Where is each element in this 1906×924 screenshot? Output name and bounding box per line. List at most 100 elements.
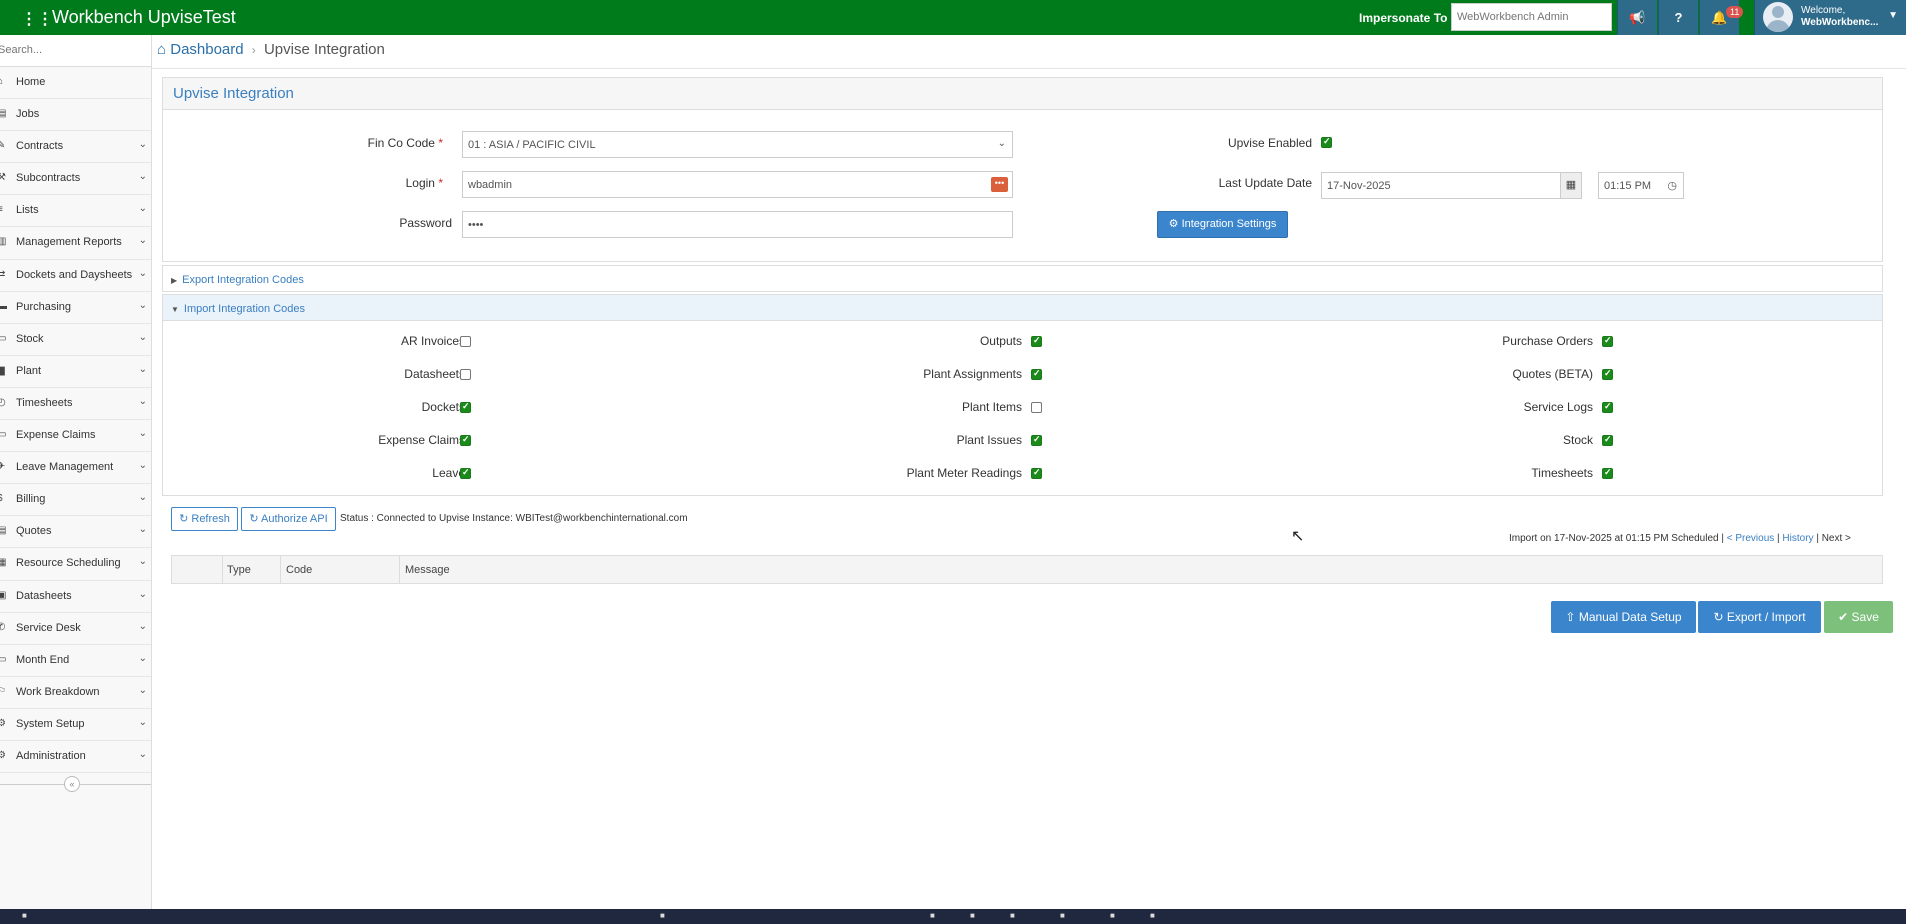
import-code-checkbox[interactable]: [1031, 335, 1042, 347]
import-code-checkbox[interactable]: [1602, 368, 1613, 380]
refresh-button[interactable]: ↻ Refresh: [171, 507, 238, 531]
last-update-time-field[interactable]: 01:15 PM ◷: [1598, 172, 1684, 199]
sidebar-item-resource-scheduling[interactable]: ▦ Resource Scheduling ⌄: [0, 548, 151, 581]
sidebar-item-home[interactable]: ⌂ Home: [0, 67, 151, 100]
lookup-dots-icon[interactable]: •••: [991, 177, 1008, 192]
refresh-label: Refresh: [191, 513, 230, 525]
leave-icon: ✈: [0, 461, 6, 473]
import-code-checkbox[interactable]: [460, 336, 471, 347]
sidebar-item-stock[interactable]: ▭ Stock ⌄: [0, 324, 151, 356]
sidebar-item-work-breakdown[interactable]: ⚐ Work Breakdown ⌄: [0, 677, 151, 709]
authorize-api-button[interactable]: ↻ Authorize API: [241, 507, 336, 531]
taskbar-app-icon[interactable]: ■: [930, 911, 935, 924]
caret-down-icon: ▼: [171, 305, 179, 314]
import-code-label: Stock: [1562, 433, 1593, 447]
sidebar-item-administration[interactable]: ⚙ Administration ⌄: [0, 741, 151, 774]
collapse-sidebar-icon[interactable]: «: [64, 776, 80, 792]
import-code-checkbox[interactable]: [1031, 368, 1042, 380]
taskbar-app-icon[interactable]: ■: [660, 911, 665, 924]
import-code-checkbox[interactable]: [460, 401, 471, 413]
last-update-time-value: 01:15 PM: [1604, 180, 1652, 192]
password-field[interactable]: ••••: [462, 211, 1013, 238]
search-input[interactable]: [0, 35, 138, 65]
sidebar-item-plant[interactable]: ▆ Plant ⌄: [0, 356, 151, 388]
clock-icon[interactable]: ◷: [1667, 179, 1677, 192]
fin-co-code-select[interactable]: 01 : ASIA / PACIFIC CIVIL ⌄: [462, 131, 1013, 158]
sidebar-item-service-desk[interactable]: ✆ Service Desk ⌄: [0, 613, 151, 645]
chevron-down-icon: ⌄: [138, 652, 147, 664]
import-code-checkbox[interactable]: [460, 467, 471, 479]
sidebar-item-billing[interactable]: $ Billing ⌄: [0, 484, 151, 517]
manual-data-setup-button[interactable]: ⇧ Manual Data Setup: [1551, 601, 1696, 633]
sidebar-item-contracts[interactable]: ✎ Contracts ⌄: [0, 131, 151, 164]
import-code-checkbox[interactable]: [460, 434, 471, 446]
caret-right-icon: ▶: [171, 276, 178, 285]
save-button[interactable]: ✔ Save: [1824, 601, 1893, 633]
breadcrumb-dashboard-link[interactable]: Dashboard: [170, 41, 243, 58]
last-update-date-value: 17-Nov-2025: [1327, 180, 1391, 192]
taskbar-app-icon[interactable]: ■: [970, 911, 975, 924]
sidebar-item-month-end[interactable]: ▭ Month End ⌄: [0, 645, 151, 677]
import-code-checkbox[interactable]: [460, 369, 471, 380]
work-breakdown-icon: ⚐: [0, 685, 6, 697]
login-field[interactable]: wbadmin •••: [462, 171, 1013, 198]
taskbar-app-icon[interactable]: ■: [1110, 911, 1115, 924]
import-code-label: Service Logs: [1523, 400, 1593, 414]
import-code-checkbox[interactable]: [1602, 467, 1613, 479]
upvise-enabled-checkbox[interactable]: [1321, 136, 1332, 148]
import-code-label: Leave: [432, 466, 465, 480]
import-code-label: Timesheets: [1531, 466, 1593, 480]
login-value: wbadmin: [468, 179, 513, 191]
sidebar-item-leave-management[interactable]: ✈ Leave Management ⌄: [0, 452, 151, 485]
chevron-down-icon: ⌄: [138, 267, 147, 279]
history-link[interactable]: History: [1782, 533, 1813, 544]
refresh-icon: ↻: [179, 513, 189, 525]
required-marker: *: [438, 176, 443, 190]
sidebar-item-jobs[interactable]: ▤ Jobs: [0, 99, 151, 132]
next-link[interactable]: Next >: [1822, 533, 1851, 544]
import-integration-codes-toggle[interactable]: ▼ Import Integration Codes: [162, 294, 1883, 321]
sidebar-item-label: System Setup: [16, 717, 85, 730]
integration-settings-button[interactable]: ⚙ Integration Settings: [1157, 211, 1288, 238]
sidebar-item-purchasing[interactable]: ▬ Purchasing ⌄: [0, 292, 151, 324]
sidebar-item-management-reports[interactable]: ▥ Management Reports ⌄: [0, 227, 151, 260]
sidebar-item-timesheets[interactable]: ◴ Timesheets ⌄: [0, 388, 151, 421]
sidebar-item-lists[interactable]: ≡ Lists ⌄: [0, 195, 151, 228]
sidebar-item-dockets-and-daysheets[interactable]: ⇄ Dockets and Daysheets ⌄: [0, 260, 151, 292]
import-code-label: Outputs: [979, 334, 1022, 348]
calendar-icon: ▦: [1565, 179, 1577, 191]
sidebar-item-system-setup[interactable]: ⚙ System Setup ⌄: [0, 709, 151, 741]
export-import-button[interactable]: ↻ Export / Import: [1698, 601, 1821, 633]
taskbar-app-icon[interactable]: ■: [22, 911, 27, 924]
previous-link[interactable]: < Previous: [1727, 533, 1775, 544]
sidebar-item-datasheets[interactable]: ▣ Datasheets ⌄: [0, 581, 151, 613]
export-import-label: Export / Import: [1726, 610, 1806, 624]
user-menu[interactable]: Welcome, WebWorkbenc... ▼: [1754, 0, 1906, 35]
import-code-checkbox[interactable]: [1031, 434, 1042, 446]
import-code-label: Quotes (BETA): [1512, 367, 1593, 381]
impersonate-input[interactable]: [1451, 3, 1612, 31]
taskbar-app-icon[interactable]: ■: [1060, 911, 1065, 924]
import-code-checkbox[interactable]: [1031, 467, 1042, 479]
import-section-label: Import Integration Codes: [183, 303, 305, 315]
import-code-checkbox[interactable]: [1031, 402, 1042, 413]
import-code-label: AR Invoices: [400, 334, 465, 348]
last-update-date-field[interactable]: 17-Nov-2025: [1321, 172, 1561, 199]
help-button[interactable]: ?: [1658, 0, 1698, 35]
export-integration-codes-toggle[interactable]: ▶ Export Integration Codes: [162, 265, 1883, 292]
apps-grid-icon[interactable]: ⋮⋮: [21, 9, 53, 29]
home-icon[interactable]: ⌂: [157, 41, 166, 58]
upvise-enabled-label: Upvise Enabled: [1227, 136, 1312, 150]
sidebar-item-expense-claims[interactable]: ▭ Expense Claims ⌄: [0, 420, 151, 453]
taskbar-app-icon[interactable]: ■: [1010, 911, 1015, 924]
taskbar-app-icon[interactable]: ■: [1150, 911, 1155, 924]
sidebar-item-quotes[interactable]: ▤ Quotes ⌄: [0, 516, 151, 549]
calendar-button[interactable]: ▦: [1560, 172, 1582, 199]
col-header-message: Message: [405, 564, 450, 576]
sidebar-item-subcontracts[interactable]: ⚒ Subcontracts ⌄: [0, 163, 151, 196]
import-schedule-text: Import on 17-Nov-2025 at 01:15 PM Schedu…: [1509, 533, 1724, 544]
import-code-checkbox[interactable]: [1602, 335, 1613, 347]
import-code-checkbox[interactable]: [1602, 401, 1613, 413]
megaphone-button[interactable]: 📢: [1617, 0, 1657, 35]
import-code-checkbox[interactable]: [1602, 434, 1613, 446]
